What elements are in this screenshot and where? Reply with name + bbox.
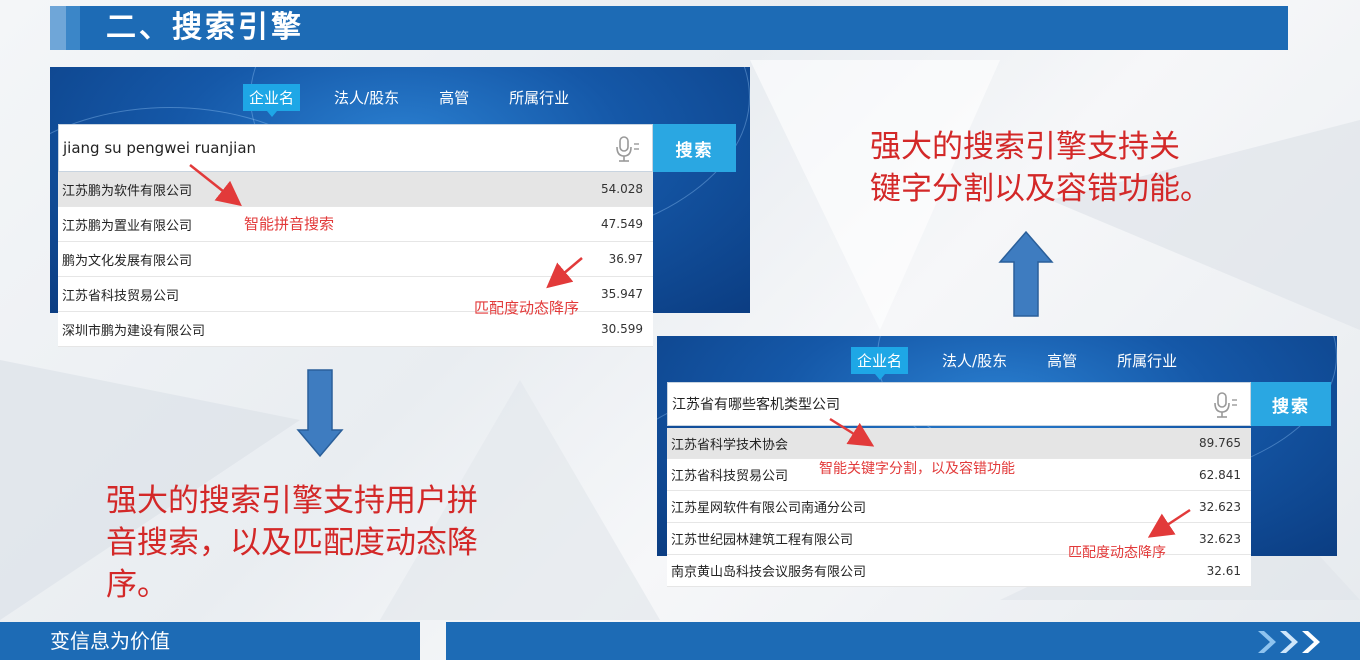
tab-executives[interactable]: 高管 [1041,347,1083,374]
description-pinyin: 强大的搜索引擎支持用户拼 音搜索，以及匹配度动态降 序。 [106,483,478,603]
annotation-pinyin: 智能拼音搜索 [244,215,335,233]
tab-legal-person[interactable]: 法人/股东 [328,84,405,111]
tab-company-name[interactable]: 企业名 [851,347,909,380]
footer-slogan: 变信息为价值 [0,622,420,660]
tab-legal-person[interactable]: 法人/股东 [936,347,1013,374]
microphone-icon[interactable] [1212,391,1238,419]
result-row[interactable]: 江苏鹏为软件有限公司 54.028 [58,172,653,207]
title-stripe [66,6,80,50]
tab-executives[interactable]: 高管 [433,84,475,111]
results-list: 江苏鹏为软件有限公司 54.028 江苏鹏为置业有限公司 47.549 鹏为文化发展… [58,172,653,347]
search-panel-pinyin: 企业名 法人/股东 高管 所属行业 jiang su pengwei ruanj… [50,67,750,355]
chevron-right-icon[interactable] [1298,629,1324,655]
search-tabs: 企业名 法人/股东 高管 所属行业 [851,347,1211,380]
annotation-rank: 匹配度动态降序 [1068,545,1166,561]
search-button[interactable]: 搜索 [653,124,736,172]
search-query: 江苏省有哪些客机类型公司 [672,397,840,413]
result-row[interactable]: 鹏为文化发展有限公司 36.97 [58,242,653,277]
tab-industry[interactable]: 所属行业 [1111,347,1183,374]
page-title: 二、搜索引擎 [106,10,304,45]
search-query: jiang su pengwei ruanjian [63,139,257,157]
result-row[interactable]: 江苏鹏为置业有限公司 47.549 [58,207,653,242]
search-input[interactable]: 江苏省有哪些客机类型公司 [667,382,1251,426]
result-row[interactable]: 江苏省科学技术协会 89.765 [667,428,1251,459]
annotation-rank: 匹配度动态降序 [474,299,580,317]
annotation-keyword: 智能关键字分割，以及容错功能 [819,461,1015,477]
title-bar: 二、搜索引擎 [50,6,1288,50]
tab-industry[interactable]: 所属行业 [503,84,575,111]
description-keyword: 强大的搜索引擎支持关 键字分割以及容错功能。 [870,129,1211,207]
microphone-icon[interactable] [614,135,640,163]
search-tabs: 企业名 法人/股东 高管 所属行业 [243,84,603,117]
tab-company-name[interactable]: 企业名 [243,84,301,117]
search-button[interactable]: 搜索 [1251,382,1331,426]
footer-bar [446,622,1360,660]
results-list: 江苏省科学技术协会 89.765 江苏省科技贸易公司 62.841 江苏星网软件有限… [667,428,1251,587]
result-row[interactable]: 江苏星网软件有限公司南通分公司 32.623 [667,491,1251,523]
search-input[interactable]: jiang su pengwei ruanjian [58,124,653,172]
title-stripe [50,6,66,50]
